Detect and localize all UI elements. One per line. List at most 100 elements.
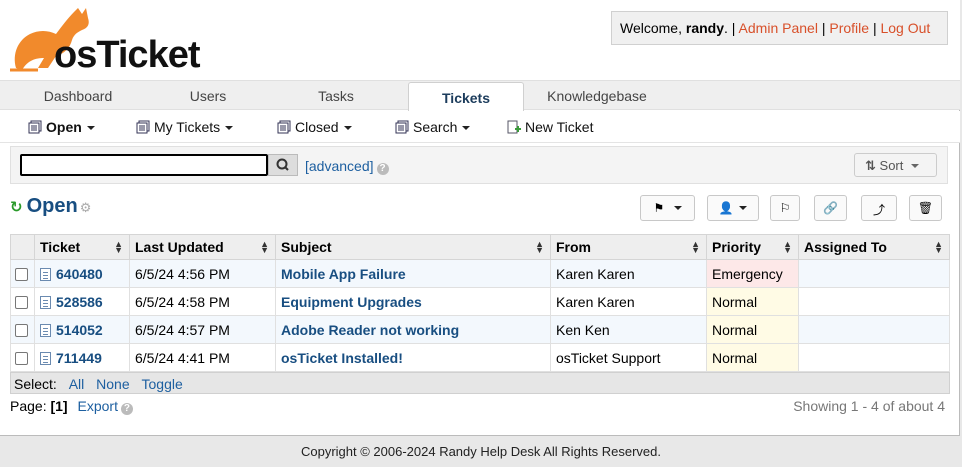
row-select-cell — [10, 343, 35, 372]
new-ticket-icon — [507, 120, 521, 137]
subnav-open[interactable]: Open — [28, 119, 95, 137]
sort-button[interactable]: ⇅ Sort — [854, 153, 937, 177]
assigned-to-cell — [798, 287, 950, 316]
select-toggle-link[interactable]: Toggle — [142, 376, 183, 392]
subnav-label: Closed — [295, 119, 339, 135]
column-header-ticket[interactable]: Ticket ▲ ▼ — [34, 234, 130, 260]
sort-arrows-icon: ▲ ▼ — [783, 239, 792, 255]
from-cell: Karen Karen — [550, 259, 707, 288]
logo[interactable]: osTicket — [8, 4, 218, 76]
queue-title[interactable]: Open — [27, 195, 78, 217]
sort-arrows-icon: ▲ ▼ — [260, 239, 269, 255]
subnav-search[interactable]: Search — [395, 119, 471, 137]
page: osTicket Welcome, randy. | Admin Panel |… — [0, 0, 962, 467]
help-icon[interactable]: ? — [120, 403, 133, 415]
last-updated-cell: 6/5/24 4:57 PM — [129, 315, 276, 344]
table-row[interactable]: 528586 6/5/24 4:58 PM Equipment Upgrades… — [10, 287, 950, 316]
row-checkbox[interactable] — [15, 323, 28, 337]
link-icon: 🔗 — [823, 201, 838, 215]
table-header-row: Ticket ▲ ▼ Last Updated ▲ ▼ Subject ▲ ▼ From ▲ ▼… — [10, 234, 950, 260]
table-row[interactable]: 514052 6/5/24 4:57 PM Adobe Reader not w… — [10, 315, 950, 344]
tab-tasks[interactable]: Tasks — [258, 81, 414, 110]
ticket-icon — [40, 323, 51, 337]
advanced-search-link[interactable]: [advanced]? — [305, 158, 389, 175]
column-header-priority[interactable]: Priority ▲ ▼ — [706, 234, 799, 260]
select-column-header — [10, 234, 35, 260]
ticket-number-cell: 711449 — [34, 343, 130, 372]
ticket-number-link[interactable]: 528586 — [56, 294, 103, 310]
subnav-label: Search — [413, 119, 458, 135]
share-icon: ⤴ — [872, 203, 885, 217]
subject-link[interactable]: Equipment Upgrades — [281, 294, 422, 310]
assigned-to-cell — [798, 259, 950, 288]
tab-tickets[interactable]: Tickets — [408, 82, 524, 113]
transfer-button[interactable]: ⤴ — [861, 195, 897, 221]
pager: Page: [1] Export? — [10, 398, 133, 415]
column-header-assigned-to[interactable]: Assigned To ▲ ▼ — [798, 234, 950, 260]
merge-button[interactable]: 🔗 — [814, 195, 847, 221]
profile-link[interactable]: Profile — [829, 20, 869, 36]
subnav-label: New Ticket — [525, 119, 594, 135]
footer: Copyright © 2006-2024 Randy Help Desk Al… — [300, 444, 662, 459]
select-all-link[interactable]: All — [69, 376, 85, 392]
table-row[interactable]: 711449 6/5/24 4:41 PM osTicket Installed… — [10, 343, 950, 372]
priority-cell: Normal — [706, 315, 799, 344]
status-button[interactable]: ⚐ — [770, 195, 800, 221]
row-checkbox[interactable] — [15, 295, 28, 309]
help-icon[interactable]: ? — [376, 163, 389, 175]
main-container: osTicket Welcome, randy. | Admin Panel |… — [0, 0, 960, 436]
page-title: ↻ Open ⚙ — [10, 195, 91, 218]
tickets-table: Ticket ▲ ▼ Last Updated ▲ ▼ Subject ▲ ▼ From ▲ ▼… — [10, 234, 950, 372]
subnav-my-tickets[interactable]: My Tickets — [136, 119, 234, 137]
subject-cell: Adobe Reader not working — [275, 315, 551, 344]
column-header-last-updated[interactable]: Last Updated ▲ ▼ — [129, 234, 276, 260]
tab-knowledgebase[interactable]: Knowledgebase — [524, 81, 670, 110]
search-button[interactable] — [268, 154, 298, 176]
ticket-number-cell: 528586 — [34, 287, 130, 316]
search-icon — [276, 158, 289, 171]
admin-panel-link[interactable]: Admin Panel — [739, 20, 818, 36]
chevron-down-icon — [673, 206, 682, 210]
assign-dropdown-button[interactable]: 👤 — [707, 195, 759, 221]
logout-link[interactable]: Log Out — [880, 20, 930, 36]
subject-link[interactable]: Adobe Reader not working — [281, 322, 459, 338]
chevron-down-icon — [343, 126, 352, 130]
sort-arrows-icon: ▲ ▼ — [114, 239, 123, 255]
search-input[interactable] — [20, 154, 268, 176]
ticket-number-cell: 514052 — [34, 315, 130, 344]
gear-icon[interactable]: ⚙ — [80, 200, 92, 215]
trash-icon: 🗑 — [917, 201, 934, 215]
export-link[interactable]: Export — [78, 398, 118, 414]
subject-link[interactable]: Mobile App Failure — [281, 266, 406, 282]
select-none-link[interactable]: None — [96, 376, 129, 392]
row-select-cell — [10, 259, 35, 288]
chevron-down-icon — [911, 164, 920, 168]
subnav-new-ticket[interactable]: New Ticket — [507, 119, 593, 137]
refresh-icon[interactable]: ↻ — [10, 199, 23, 216]
ticket-icon — [40, 267, 51, 281]
welcome-sep: . | — [724, 20, 736, 36]
column-label: Assigned To — [804, 239, 887, 255]
row-checkbox[interactable] — [15, 267, 28, 281]
priority-cell: Normal — [706, 287, 799, 316]
ticket-icon — [40, 351, 51, 365]
ticket-number-link[interactable]: 640480 — [56, 266, 103, 282]
welcome-sep: | — [872, 20, 877, 36]
flag-dropdown-button[interactable]: ⚑ — [640, 195, 695, 221]
subject-cell: osTicket Installed! — [275, 343, 551, 372]
row-select-cell — [10, 287, 35, 316]
column-header-subject[interactable]: Subject ▲ ▼ — [275, 234, 551, 260]
column-header-from[interactable]: From ▲ ▼ — [550, 234, 707, 260]
row-checkbox[interactable] — [15, 351, 28, 365]
subnav-closed[interactable]: Closed — [277, 119, 352, 137]
delete-button[interactable]: 🗑 — [909, 195, 942, 221]
sort-arrows-icon: ▲ ▼ — [691, 239, 700, 255]
queue-icon — [395, 120, 409, 137]
ticket-number-link[interactable]: 711449 — [56, 350, 102, 366]
ticket-number-link[interactable]: 514052 — [56, 322, 103, 338]
page-label: Page: — [10, 398, 47, 414]
assigned-to-cell — [798, 343, 950, 372]
subject-link[interactable]: osTicket Installed! — [281, 350, 403, 366]
header: osTicket Welcome, randy. | Admin Panel |… — [0, 0, 960, 80]
table-row[interactable]: 640480 6/5/24 4:56 PM Mobile App Failure… — [10, 259, 950, 288]
